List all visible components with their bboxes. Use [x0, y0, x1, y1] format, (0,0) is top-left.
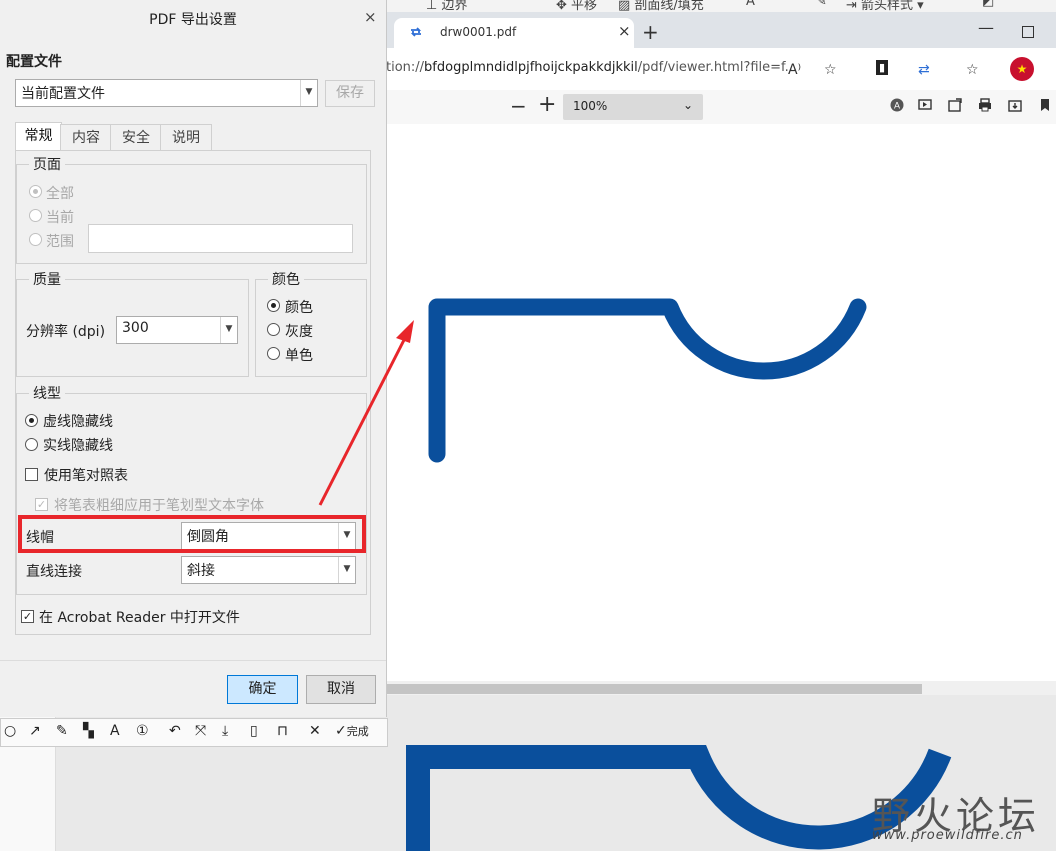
undo-icon[interactable]: ↶	[169, 723, 181, 739]
number-tool-icon[interactable]: ①	[136, 723, 149, 739]
arrow-tool-icon[interactable]: ↗	[29, 723, 41, 739]
markup-toolbar: ○ ↗ ✎ ▚ A ① ↶ ⤧ ⤓ ▯ ⊓ ✕ ✓完成	[0, 718, 388, 747]
text-tool-icon[interactable]: A	[110, 723, 120, 739]
pen-tool-icon[interactable]: ✎	[56, 723, 68, 739]
circle-tool-icon[interactable]: ○	[4, 723, 16, 739]
watermark-url: www.proewildfire.cn	[872, 828, 1023, 843]
pin-icon[interactable]: ▯	[250, 723, 258, 739]
crop-icon[interactable]: ⤧	[195, 723, 206, 739]
mosaic-tool-icon[interactable]: ▚	[83, 723, 94, 739]
bookmark-icon[interactable]: ⊓	[277, 723, 288, 739]
download-icon[interactable]: ⤓	[222, 723, 228, 739]
done-button[interactable]: ✓完成	[335, 723, 369, 739]
close-icon[interactable]: ✕	[309, 723, 321, 739]
done-label: 完成	[346, 725, 369, 738]
